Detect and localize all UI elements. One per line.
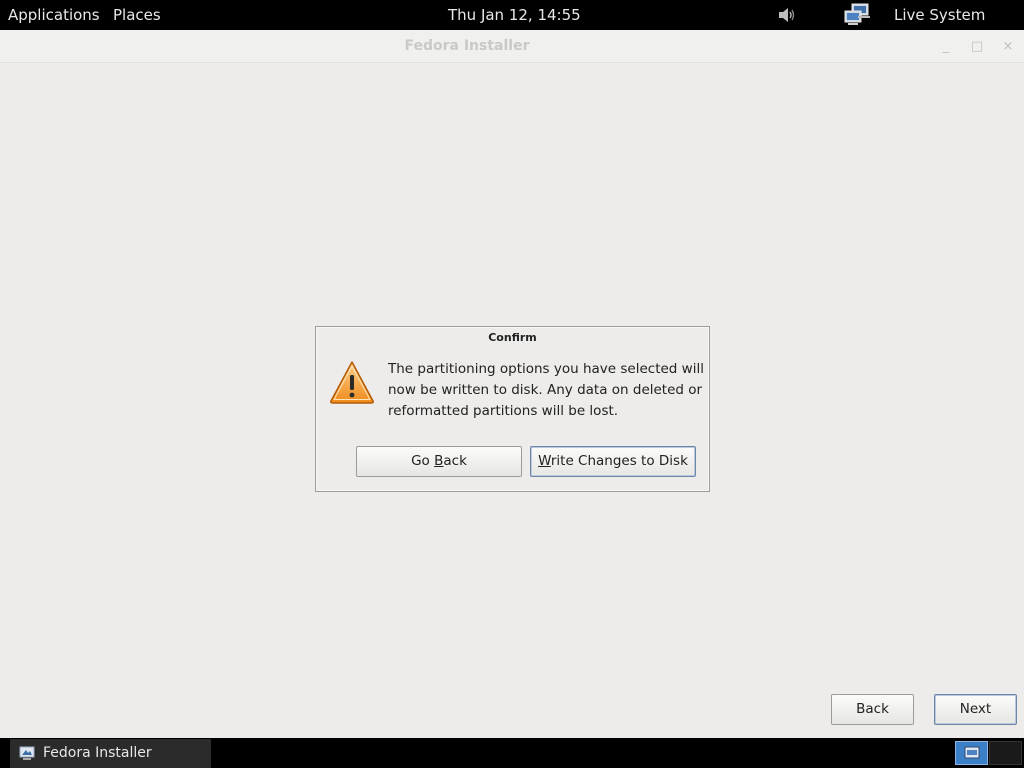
close-button[interactable]: × bbox=[1000, 39, 1016, 55]
installer-icon bbox=[19, 746, 35, 760]
workspace-2-switcher[interactable] bbox=[989, 741, 1022, 765]
minimize-button[interactable]: _ bbox=[938, 39, 954, 55]
volume-icon[interactable] bbox=[778, 7, 796, 23]
next-button[interactable]: Next bbox=[934, 694, 1017, 725]
confirm-dialog: Confirm The partitioning options you hav… bbox=[315, 326, 710, 492]
write-label-post: rite Changes to Disk bbox=[550, 453, 688, 469]
back-button[interactable]: Back bbox=[831, 694, 914, 725]
dialog-message: The partitioning options you have select… bbox=[388, 361, 704, 419]
network-icon[interactable] bbox=[844, 3, 874, 27]
taskbar-item-fedora-installer[interactable]: Fedora Installer bbox=[10, 739, 211, 768]
write-changes-button[interactable]: Write Changes to Disk bbox=[530, 446, 696, 477]
window-title: Fedora Installer bbox=[404, 38, 530, 54]
workspace-window-icon bbox=[964, 746, 980, 759]
warning-icon bbox=[330, 361, 374, 404]
applications-menu[interactable]: Applications bbox=[8, 0, 100, 30]
window-titlebar[interactable]: Fedora Installer _ □ × bbox=[0, 30, 1024, 63]
go-back-mnemonic: B bbox=[434, 453, 444, 469]
bottom-panel: Fedora Installer bbox=[0, 738, 1024, 768]
places-menu[interactable]: Places bbox=[113, 0, 161, 30]
maximize-button[interactable]: □ bbox=[969, 39, 985, 55]
go-back-label-pre: Go bbox=[411, 453, 435, 469]
top-panel: Applications Places Thu Jan 12, 14:55 Li… bbox=[0, 0, 1024, 54]
user-menu[interactable]: Live System User bbox=[894, 0, 1024, 54]
write-mnemonic: W bbox=[538, 453, 551, 469]
dialog-title: Confirm bbox=[488, 331, 537, 344]
go-back-button[interactable]: Go Back bbox=[356, 446, 522, 477]
workspace-1-switcher[interactable] bbox=[955, 741, 988, 765]
taskbar-item-label: Fedora Installer bbox=[43, 745, 152, 761]
go-back-label-post: ack bbox=[443, 453, 467, 469]
clock[interactable]: Thu Jan 12, 14:55 bbox=[448, 0, 581, 30]
